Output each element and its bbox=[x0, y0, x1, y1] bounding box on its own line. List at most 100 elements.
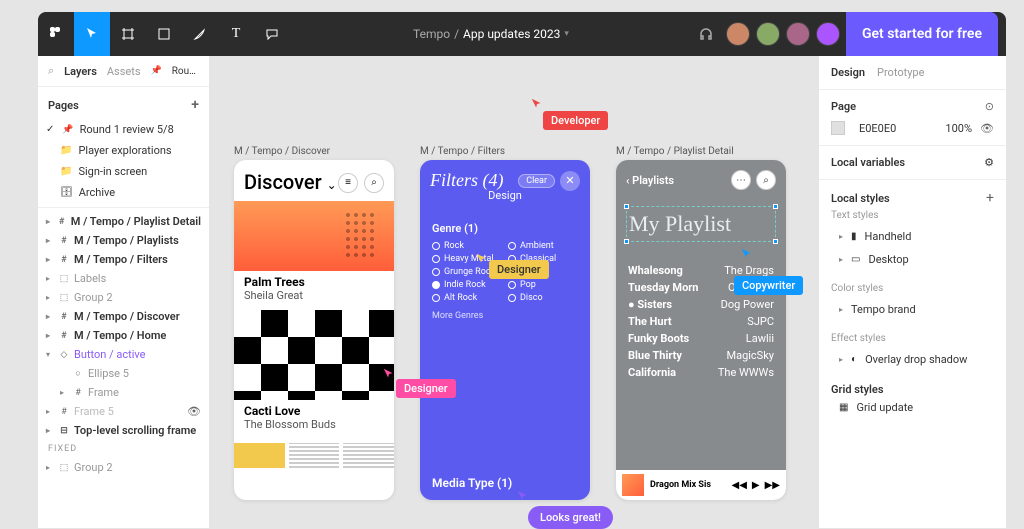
style-handheld[interactable]: ▸▮Handheld bbox=[831, 225, 994, 248]
frame-tool[interactable] bbox=[110, 12, 146, 56]
layer-ellipse5[interactable]: ○Ellipse 5 bbox=[38, 364, 209, 383]
right-panel: Design Prototype Page⊙ E0E0E0 100% 👁 Loc… bbox=[818, 56, 1006, 528]
tab-design[interactable]: Design bbox=[831, 66, 865, 79]
style-desktop[interactable]: ▸▭Desktop bbox=[831, 248, 994, 271]
avatar-2[interactable] bbox=[756, 22, 780, 46]
toolbar-tools: T bbox=[38, 12, 290, 56]
page-signin[interactable]: 📁Sign-in screen bbox=[38, 161, 209, 182]
layer-group2b[interactable]: ▸⬚Group 2 bbox=[38, 458, 209, 477]
tab-prototype[interactable]: Prototype bbox=[877, 66, 924, 79]
document-title[interactable]: Tempo / App updates 2023 ▾ bbox=[290, 27, 692, 41]
genre-disco[interactable]: Disco bbox=[508, 293, 578, 303]
text-tool[interactable]: T bbox=[218, 12, 254, 56]
layer-frame[interactable]: ▸#Frame bbox=[38, 383, 209, 402]
page-archive[interactable]: 🗄Archive bbox=[38, 182, 209, 203]
cursor-designer bbox=[475, 251, 489, 270]
effect-styles-label: Effect styles bbox=[831, 329, 994, 348]
headphones-icon[interactable] bbox=[692, 12, 720, 56]
layer-discover[interactable]: ▸#M / Tempo / Discover bbox=[38, 307, 209, 326]
artboard-discover[interactable]: Discover ⌄ ≡⌕ Palm Trees Sheila Great Ca… bbox=[234, 160, 394, 500]
fixed-label: FIXED bbox=[38, 440, 209, 458]
more-icon[interactable]: ⋯ bbox=[731, 170, 751, 190]
cursor-tag-copywriter: Copywriter bbox=[734, 276, 803, 295]
media-type-label: Media Type (1) bbox=[432, 476, 512, 490]
more-genres[interactable]: More Genres bbox=[432, 311, 578, 321]
layer-frame5[interactable]: ▸#Frame 5👁 bbox=[38, 402, 209, 421]
song2-artist: The Blossom Buds bbox=[244, 418, 384, 431]
playlist-title-selected[interactable]: My Playlist bbox=[626, 206, 776, 242]
shape-tool[interactable] bbox=[146, 12, 182, 56]
prev-icon[interactable]: ◀◀ bbox=[732, 480, 747, 491]
color-styles-label: Color styles bbox=[831, 279, 994, 298]
now-playing-bar[interactable]: Dragon Mix Sis ◀◀▶▶▶ bbox=[616, 470, 786, 500]
track-row[interactable]: The HurtSJPC bbox=[628, 313, 774, 330]
genre-label: Genre (1) bbox=[432, 222, 578, 235]
artboard-filters[interactable]: Filters (4) Clear ✕ Design Genre (1) Roc… bbox=[420, 160, 590, 500]
genre-indie[interactable]: Indie Rock bbox=[432, 280, 502, 290]
comment-tool[interactable] bbox=[254, 12, 290, 56]
add-style-button[interactable]: + bbox=[986, 190, 994, 206]
style-tempo-brand[interactable]: ▸Tempo brand bbox=[831, 298, 994, 321]
avatar-1[interactable] bbox=[726, 22, 750, 46]
layer-home[interactable]: ▸#M / Tempo / Home bbox=[38, 326, 209, 345]
track-list: WhalesongThe Drags Tuesday MornOHYEAH! S… bbox=[616, 248, 786, 381]
frame-label-discover[interactable]: M / Tempo / Discover bbox=[234, 146, 330, 157]
bg-opacity[interactable]: 100% bbox=[945, 122, 972, 135]
pinned-page-label[interactable]: Roun… bbox=[172, 66, 199, 77]
style-overlay-shadow[interactable]: ▸◐Overlay drop shadow bbox=[831, 348, 994, 371]
move-tool[interactable] bbox=[74, 12, 110, 56]
bg-swatch[interactable] bbox=[831, 121, 845, 135]
back-button[interactable]: ‹ Playlists bbox=[626, 174, 674, 187]
figma-menu-button[interactable] bbox=[38, 12, 74, 56]
left-tabs: ⌕ Layers Assets 📌 Roun… bbox=[38, 56, 209, 87]
layers-list: ▸#M / Tempo / Playlist Detail ▸#M / Temp… bbox=[38, 207, 209, 477]
layer-group2[interactable]: ▸⬚Group 2 bbox=[38, 288, 209, 307]
pen-tool[interactable] bbox=[182, 12, 218, 56]
layer-labels[interactable]: ▸⬚Labels bbox=[38, 269, 209, 288]
close-icon[interactable]: ✕ bbox=[560, 171, 580, 191]
add-page-button[interactable]: + bbox=[191, 97, 199, 113]
tab-layers[interactable]: Layers bbox=[64, 65, 97, 78]
variables-icon[interactable]: ⚙ bbox=[984, 156, 994, 169]
tab-assets[interactable]: Assets bbox=[107, 65, 141, 78]
layer-playlists[interactable]: ▸#M / Tempo / Playlists bbox=[38, 231, 209, 250]
settings-icon[interactable]: ⊙ bbox=[985, 100, 994, 113]
frame-label-filters[interactable]: M / Tempo / Filters bbox=[420, 146, 505, 157]
layer-filters[interactable]: ▸#M / Tempo / Filters bbox=[38, 250, 209, 269]
style-grid-update[interactable]: ▦Grid update bbox=[831, 396, 994, 419]
canvas[interactable]: M / Tempo / Discover M / Tempo / Filters… bbox=[210, 56, 818, 528]
visibility-icon[interactable]: 👁 bbox=[980, 122, 994, 135]
layer-button-active[interactable]: ▾◇Button / active bbox=[38, 345, 209, 364]
page-player-explorations[interactable]: 📁Player explorations bbox=[38, 140, 209, 161]
search-icon[interactable]: ⌕ bbox=[756, 170, 776, 190]
pages-label: Pages bbox=[48, 99, 79, 112]
search-icon[interactable]: ⌕ bbox=[364, 173, 384, 193]
page-round1[interactable]: 📌Round 1 review 5/8 bbox=[38, 119, 209, 140]
next-icon[interactable]: ▶▶ bbox=[765, 480, 780, 491]
layer-scroll-frame[interactable]: ▸⊟Top-level scrolling frame bbox=[38, 421, 209, 440]
frame-label-playlist[interactable]: M / Tempo / Playlist Detail bbox=[616, 146, 734, 157]
song2-title: Cacti Love bbox=[244, 404, 384, 418]
cursor-tag-developer: Developer bbox=[543, 111, 608, 130]
play-icon[interactable]: ▶ bbox=[752, 480, 760, 491]
layer-playlist-detail[interactable]: ▸#M / Tempo / Playlist Detail bbox=[38, 212, 209, 231]
genre-pop[interactable]: Pop bbox=[508, 280, 578, 290]
get-started-button[interactable]: Get started for free bbox=[846, 12, 998, 56]
filter-icon[interactable]: ≡ bbox=[338, 173, 358, 193]
artboard-playlist[interactable]: ‹ Playlists ⋯⌕ My Playlist WhalesongThe … bbox=[616, 160, 786, 500]
track-row[interactable]: Blue ThirtyMagicSky bbox=[628, 347, 774, 364]
genre-rock[interactable]: Rock bbox=[432, 241, 502, 251]
bg-hex[interactable]: E0E0E0 bbox=[859, 122, 896, 135]
clear-button[interactable]: Clear bbox=[518, 174, 555, 188]
genre-ambient[interactable]: Ambient bbox=[508, 241, 578, 251]
cursor-copywriter bbox=[740, 246, 754, 265]
avatar-3[interactable] bbox=[786, 22, 810, 46]
track-row[interactable]: SistersDog Power bbox=[628, 296, 774, 313]
track-row[interactable]: CaliforniaThe WWWs bbox=[628, 364, 774, 381]
genre-alt[interactable]: Alt Rock bbox=[432, 293, 502, 303]
track-row[interactable]: Funky BootsLawlii bbox=[628, 330, 774, 347]
doc-name: App updates 2023 bbox=[463, 27, 560, 41]
avatar-4[interactable] bbox=[816, 22, 840, 46]
page-section-label: Page bbox=[831, 100, 856, 113]
visibility-icon: 👁 bbox=[187, 405, 201, 418]
